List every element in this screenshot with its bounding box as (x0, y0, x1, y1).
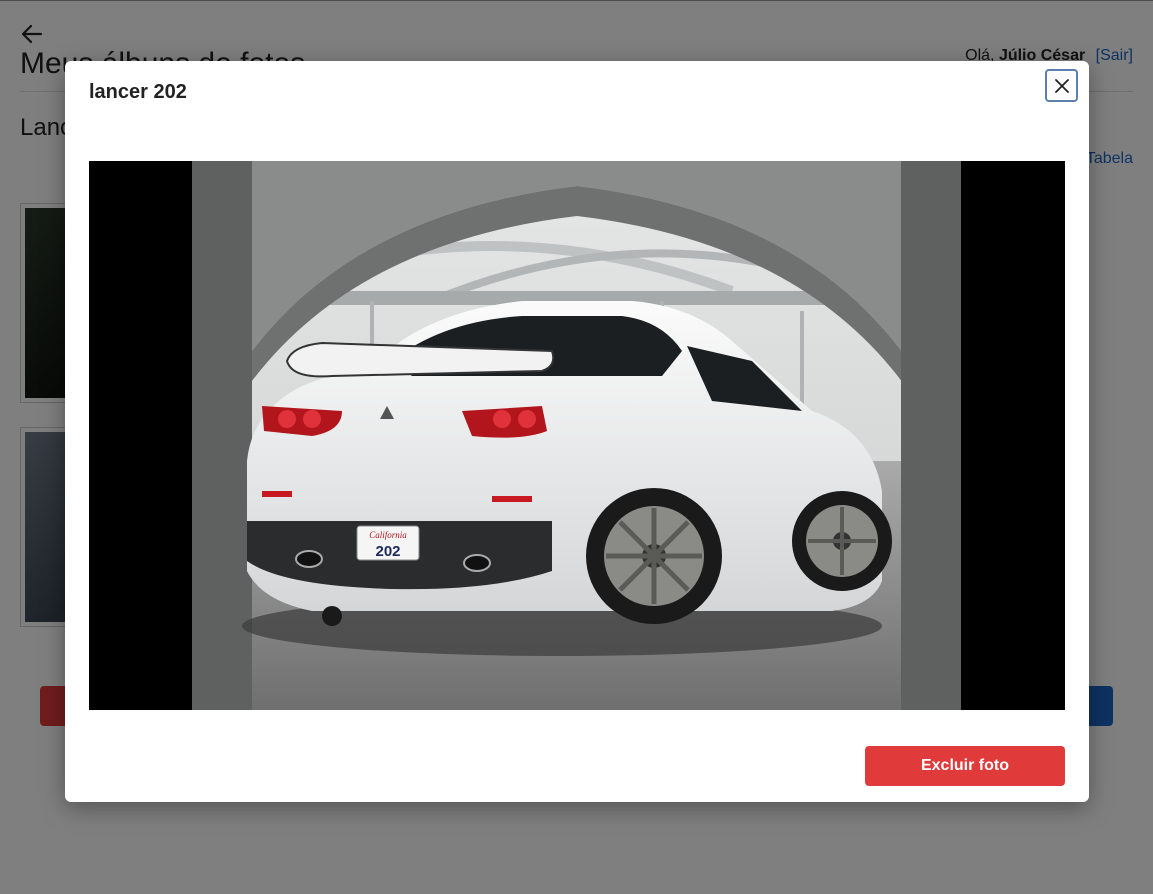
delete-photo-button[interactable]: Excluir foto (865, 746, 1065, 786)
modal-title: lancer 202 (89, 81, 187, 103)
photo-frame: California 202 (89, 161, 1065, 710)
photo-image: California 202 (192, 161, 961, 710)
photo-modal: lancer 202 California 202 Excluir foto (65, 61, 1089, 802)
car-photo-illustration: California 202 (192, 161, 961, 710)
close-button[interactable] (1045, 69, 1078, 102)
plate-number-text: 202 (375, 543, 400, 560)
plate-state-text: California (369, 530, 407, 540)
close-icon (1054, 78, 1069, 93)
